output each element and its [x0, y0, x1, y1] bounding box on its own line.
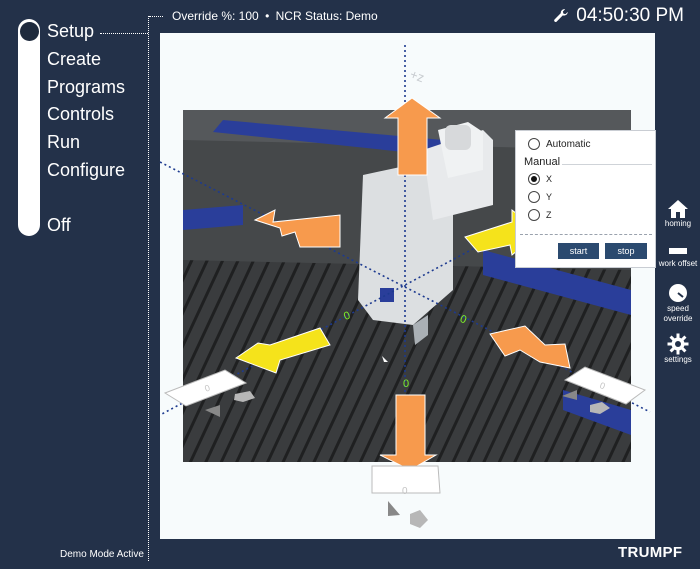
- manual-group-line: [562, 164, 652, 165]
- axis-option-y[interactable]: Y: [528, 191, 552, 203]
- nav-item-controls[interactable]: Controls: [47, 104, 114, 125]
- settings-tool[interactable]: settings: [656, 333, 700, 365]
- nav-item-run[interactable]: Run: [47, 132, 80, 153]
- home-icon: [668, 200, 688, 218]
- nav-item-setup[interactable]: Setup: [47, 21, 94, 42]
- override-status: Override %: 100: [172, 9, 259, 23]
- mode-selector-knob[interactable]: [20, 22, 39, 41]
- work-offset-tool[interactable]: work offset: [656, 245, 700, 269]
- jog-divider: [520, 234, 652, 235]
- demo-mode-indicator: Demo Mode Active: [60, 549, 144, 560]
- jog-mode-panel: Automatic Manual X Y Z start stop: [515, 130, 656, 268]
- nav-divider-line: [148, 16, 149, 561]
- speed-gauge-icon: [669, 284, 687, 302]
- axis-option-z[interactable]: Z: [528, 209, 552, 221]
- automatic-radio[interactable]: [528, 138, 540, 150]
- speed-override-tool[interactable]: speed override: [656, 282, 700, 324]
- manual-label: Manual: [524, 156, 561, 168]
- nav-item-configure[interactable]: Configure: [47, 160, 125, 181]
- clock-time: 04:50:30 PM: [576, 5, 684, 26]
- z-position-value: 0: [402, 486, 408, 497]
- axis-label-y: Y: [546, 192, 553, 202]
- header-leader-line: [149, 16, 163, 17]
- stop-button[interactable]: stop: [605, 243, 647, 259]
- automatic-label: Automatic: [546, 138, 591, 150]
- clock: 04:50:30 PM: [552, 5, 684, 27]
- work-offset-label: work offset: [658, 259, 698, 268]
- settings-label: settings: [664, 355, 692, 364]
- homing-tool[interactable]: homing: [656, 199, 700, 229]
- nav-leader-line: [100, 33, 148, 34]
- speed-override-label: speed override: [663, 304, 693, 323]
- nav-item-programs[interactable]: Programs: [47, 77, 125, 98]
- work-offset-icon: [669, 248, 687, 254]
- nav-item-off[interactable]: Off: [47, 215, 71, 236]
- nav-item-create[interactable]: Create: [47, 49, 101, 70]
- status-line: Override %: 100 • NCR Status: Demo: [172, 9, 378, 23]
- axis-radio-z[interactable]: [528, 209, 540, 221]
- axis-label-x: X: [546, 174, 553, 184]
- axis-radio-y[interactable]: [528, 191, 540, 203]
- start-button[interactable]: start: [558, 243, 599, 259]
- axis-label-z: Z: [546, 210, 552, 220]
- gear-icon: [667, 333, 689, 355]
- automatic-option[interactable]: Automatic: [528, 138, 590, 150]
- wrench-icon[interactable]: [552, 7, 570, 25]
- brand-logo: TRUMPF: [618, 544, 683, 561]
- axis-option-x[interactable]: X: [528, 173, 552, 185]
- status-separator: •: [265, 9, 270, 23]
- mode-selector-track[interactable]: [18, 19, 40, 236]
- axis-radio-x[interactable]: [528, 173, 540, 185]
- ncr-status: NCR Status: Demo: [275, 9, 378, 23]
- homing-label: homing: [664, 219, 692, 228]
